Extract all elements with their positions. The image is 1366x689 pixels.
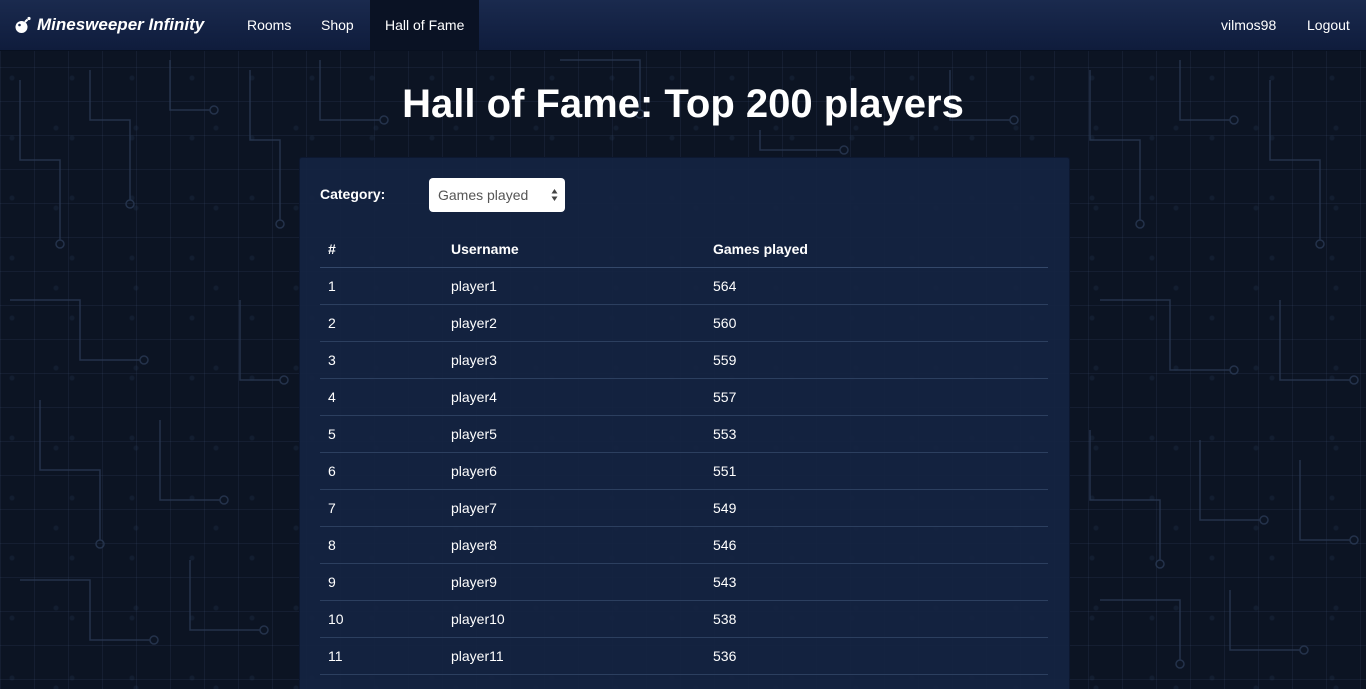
- value-cell: 551: [705, 452, 1048, 490]
- rank-cell: 8: [320, 526, 443, 564]
- table-row: 1 player1 564: [320, 267, 1048, 305]
- username-cell: player3: [443, 341, 705, 379]
- table-row: 3 player3 559: [320, 341, 1048, 379]
- hall-of-fame-panel: Category: Games played # Username Games …: [299, 157, 1070, 689]
- username-cell: player4: [443, 378, 705, 416]
- category-selected-value: Games played: [438, 187, 529, 203]
- username-cell: player7: [443, 489, 705, 527]
- value-cell: 560: [705, 304, 1048, 342]
- rank-cell: 6: [320, 452, 443, 490]
- leaderboard-table: # Username Games played 1 player1 564 2 …: [320, 231, 1048, 675]
- rank-cell: 1: [320, 267, 443, 305]
- table-row: 10 player10 538: [320, 600, 1048, 638]
- header-games-played: Games played: [705, 231, 1048, 268]
- brand-name: Minesweeper Infinity: [37, 15, 205, 34]
- bomb-icon: [15, 16, 31, 33]
- user-menu[interactable]: vilmos98: [1221, 0, 1276, 50]
- header-rank: #: [320, 231, 443, 268]
- username-cell: player2: [443, 304, 705, 342]
- nav-item-shop[interactable]: Shop: [321, 0, 354, 50]
- table-row: 7 player7 549: [320, 489, 1048, 527]
- username-cell: player5: [443, 415, 705, 453]
- select-arrows-icon: [551, 189, 558, 201]
- header-username: Username: [443, 231, 705, 268]
- rank-cell: 5: [320, 415, 443, 453]
- nav-item-rooms[interactable]: Rooms: [247, 0, 291, 50]
- table-row: 5 player5 553: [320, 415, 1048, 453]
- value-cell: 557: [705, 378, 1048, 416]
- page-title: Hall of Fame: Top 200 players: [402, 82, 964, 126]
- rank-cell: 9: [320, 563, 443, 601]
- value-cell: 549: [705, 489, 1048, 527]
- table-row: 2 player2 560: [320, 304, 1048, 342]
- rank-cell: 10: [320, 600, 443, 638]
- value-cell: 536: [705, 637, 1048, 675]
- value-cell: 543: [705, 563, 1048, 601]
- rank-cell: 11: [320, 637, 443, 675]
- value-cell: 538: [705, 600, 1048, 638]
- table-row: 4 player4 557: [320, 378, 1048, 416]
- username-cell: player1: [443, 267, 705, 305]
- username-cell: player8: [443, 526, 705, 564]
- table-header-row: # Username Games played: [320, 231, 1048, 268]
- category-label: Category:: [320, 186, 386, 202]
- table-row: 9 player9 543: [320, 563, 1048, 601]
- value-cell: 559: [705, 341, 1048, 379]
- rank-cell: 7: [320, 489, 443, 527]
- logout-link[interactable]: Logout: [1307, 0, 1350, 50]
- table-row: 8 player8 546: [320, 526, 1048, 564]
- category-select[interactable]: Games played: [429, 178, 565, 212]
- username-cell: player10: [443, 600, 705, 638]
- username-cell: player9: [443, 563, 705, 601]
- rank-cell: 4: [320, 378, 443, 416]
- table-row: 11 player11 536: [320, 637, 1048, 675]
- rank-cell: 2: [320, 304, 443, 342]
- nav-item-hall-of-fame[interactable]: Hall of Fame: [370, 0, 480, 50]
- rank-cell: 3: [320, 341, 443, 379]
- username-cell: player11: [443, 637, 705, 675]
- value-cell: 564: [705, 267, 1048, 305]
- username-cell: player6: [443, 452, 705, 490]
- brand-logo[interactable]: Minesweeper Infinity: [14, 0, 204, 50]
- value-cell: 546: [705, 526, 1048, 564]
- navbar: Minesweeper Infinity Rooms Shop Hall of …: [0, 0, 1366, 51]
- table-row: 6 player6 551: [320, 452, 1048, 490]
- value-cell: 553: [705, 415, 1048, 453]
